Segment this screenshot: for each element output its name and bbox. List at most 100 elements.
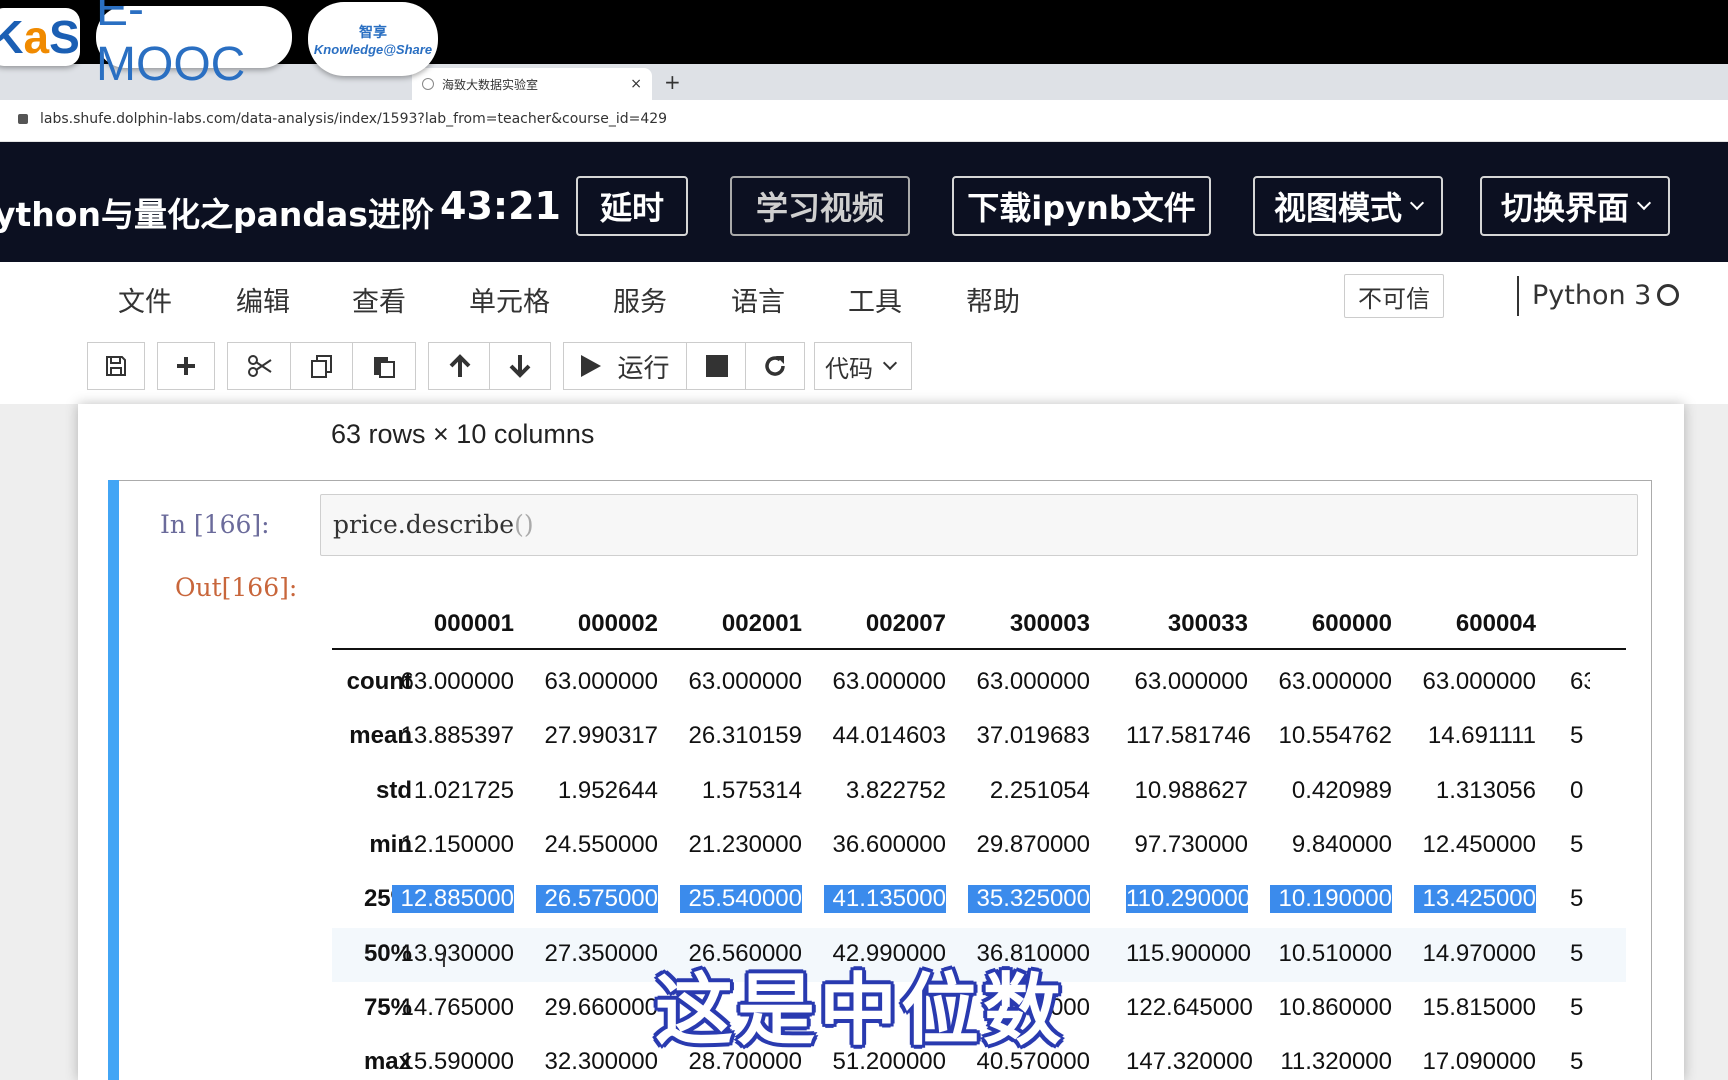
switch-ui-label: 切换界面 xyxy=(1500,189,1629,227)
table-cell: 25.540000 xyxy=(680,885,802,914)
selected-cell-indicator xyxy=(108,480,119,1080)
countdown-timer: 43:21 xyxy=(440,184,561,228)
menu-kernel[interactable]: 服务 xyxy=(613,280,667,319)
run-label: 运行 xyxy=(617,353,670,384)
table-cell: 12.885000 xyxy=(392,885,514,914)
table-cell: 63.000000 xyxy=(1422,668,1536,695)
table-cell: 13.885397 xyxy=(400,722,514,750)
table-cell: 10.554762 xyxy=(1278,722,1392,750)
column-header: 600000 xyxy=(1311,610,1392,637)
table-row: std 1.021725 1.952644 1.575314 3.822752 2.251… xyxy=(332,765,1626,819)
column-header: 600004 xyxy=(1455,610,1536,637)
download-ipynb-button[interactable]: 下载ipynb文件 xyxy=(952,176,1211,236)
input-prompt: In [166]: xyxy=(160,510,270,539)
menu-file[interactable]: 文件 xyxy=(118,280,172,319)
move-down-button[interactable] xyxy=(489,342,551,390)
text-cursor-icon: I xyxy=(441,948,447,972)
lock-icon xyxy=(18,114,28,124)
truncated-cell: 5 xyxy=(1570,885,1584,913)
table-cell: 10.988627 xyxy=(1134,776,1248,804)
table-cell: 36.600000 xyxy=(832,830,946,858)
table-cell: 13.425000 xyxy=(1414,885,1536,914)
table-cell: 15.590000 xyxy=(400,1048,514,1076)
url-text[interactable]: labs.shufe.dolphin-labs.com/data-analysi… xyxy=(40,111,667,127)
table-cell: 44.014603 xyxy=(832,722,946,750)
kernel-idle-icon xyxy=(1657,284,1679,306)
new-tab-button[interactable]: + xyxy=(664,70,681,94)
table-cell: 27.990317 xyxy=(544,722,658,750)
tab-title: 海致大数据实验室 xyxy=(442,77,539,92)
truncated-cell: 5 xyxy=(1570,722,1584,750)
delay-button[interactable]: 延时 xyxy=(576,176,688,236)
table-cell: 117.581746 xyxy=(1126,722,1252,750)
copy-icon xyxy=(311,355,332,378)
cell-type-label: 代码 xyxy=(825,354,873,383)
column-header: 002001 xyxy=(721,610,802,637)
save-button[interactable] xyxy=(87,342,145,390)
tab-close-icon[interactable]: × xyxy=(630,76,642,92)
kernel-name: Python 3 xyxy=(1532,280,1652,311)
truncated-cell: 0 xyxy=(1570,776,1584,804)
table-cell: 63.000000 xyxy=(1134,668,1248,695)
run-button[interactable]: 运行 xyxy=(563,342,687,390)
table-cell: 63.000000 xyxy=(688,668,802,695)
copy-button[interactable] xyxy=(290,342,353,390)
cell-type-select[interactable]: 代码 xyxy=(814,342,912,390)
interrupt-button[interactable] xyxy=(686,342,746,390)
table-cell: 63.000000 xyxy=(544,668,658,695)
kas-logo: KaS xyxy=(0,8,80,66)
table-row: 25% 12.885000 26.575000 25.540000 41.135000 3… xyxy=(332,873,1626,927)
table-cell: 1.952644 xyxy=(557,776,658,804)
code-parens: () xyxy=(514,510,534,539)
paste-button[interactable] xyxy=(352,342,416,390)
restart-icon xyxy=(765,356,785,376)
table-row: mean 13.885397 27.990317 26.310159 44.014603… xyxy=(332,710,1626,764)
table-cell: 14.970000 xyxy=(1422,939,1536,967)
table-cell: 63.000000 xyxy=(832,668,946,695)
chevron-down-icon xyxy=(1636,195,1652,211)
restart-button[interactable] xyxy=(745,342,805,390)
code-call: price.describe xyxy=(333,510,515,539)
insert-cell-button[interactable] xyxy=(157,342,215,390)
kas-logo-s: S xyxy=(49,11,80,63)
table-cell: 0.420989 xyxy=(1291,776,1392,804)
not-trusted-badge[interactable]: 不可信 xyxy=(1344,274,1444,318)
browser-tab[interactable]: 海致大数据实验室 × xyxy=(412,68,652,100)
table-cell: 26.310159 xyxy=(688,722,802,750)
view-mode-dropdown[interactable]: 视图模式 xyxy=(1253,176,1443,236)
truncated-cell: 63 xyxy=(1570,668,1590,695)
menu-cell[interactable]: 单元格 xyxy=(469,280,550,319)
ks-logo-zh: 智享 xyxy=(359,23,387,40)
table-cell: 10.860000 xyxy=(1278,993,1392,1021)
table-cell: 29.870000 xyxy=(976,830,1090,858)
course-title: ython与量化之pandas进阶 xyxy=(0,195,434,234)
table-cell: 29.660000 xyxy=(544,993,658,1021)
move-up-button[interactable] xyxy=(428,342,490,390)
scissors-icon xyxy=(247,355,272,377)
save-icon xyxy=(106,356,126,376)
ks-logo-en: Knowledge@Share xyxy=(313,41,433,57)
menu-view[interactable]: 查看 xyxy=(352,280,406,319)
column-header: 000001 xyxy=(433,610,514,637)
table-cell: 3.822752 xyxy=(845,776,946,804)
arrow-down-icon xyxy=(509,355,531,378)
plus-icon xyxy=(177,357,195,375)
tab-favicon-icon xyxy=(422,78,434,90)
table-cell: 1.313056 xyxy=(1435,776,1536,804)
table-cell: 15.815000 xyxy=(1422,993,1536,1021)
switch-ui-dropdown[interactable]: 切换界面 xyxy=(1480,176,1670,236)
cut-button[interactable] xyxy=(227,342,291,390)
menu-edit[interactable]: 编辑 xyxy=(236,280,290,319)
emooc-logo: E-MOOC xyxy=(96,0,292,91)
table-cell: 12.450000 xyxy=(1422,830,1536,858)
table-cell: 27.350000 xyxy=(544,939,658,967)
study-video-button[interactable]: 学习视频 xyxy=(730,176,910,236)
table-cell: 24.550000 xyxy=(544,830,658,858)
paste-icon xyxy=(374,357,395,378)
menu-help[interactable]: 帮助 xyxy=(966,280,1020,319)
view-mode-label: 视图模式 xyxy=(1273,189,1402,227)
menu-language[interactable]: 语言 xyxy=(731,280,785,319)
table-cell: 41.135000 xyxy=(824,885,946,914)
code-text[interactable]: price.describe() xyxy=(333,510,534,539)
menu-tools[interactable]: 工具 xyxy=(848,280,902,319)
